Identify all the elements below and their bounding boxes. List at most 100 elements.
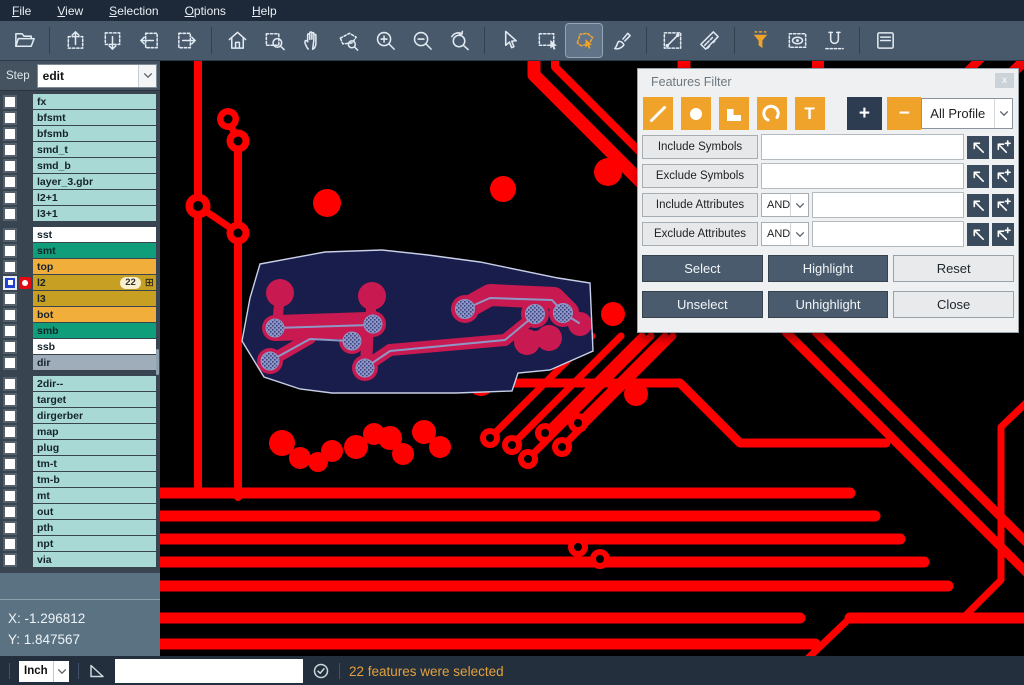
layer-row-smd_t[interactable]: smd_t	[0, 142, 160, 157]
layer-visibility-checkbox[interactable]	[3, 228, 17, 242]
layer-row-tm-b[interactable]: tm-b	[0, 472, 160, 487]
layer-label[interactable]: sst	[33, 227, 156, 242]
layer-row-l2+1[interactable]: l2+1	[0, 190, 160, 205]
features-filter-button[interactable]	[742, 24, 778, 57]
zoom-home-button[interactable]	[219, 24, 255, 57]
filter-arcs-button[interactable]	[757, 97, 787, 130]
highlight-button[interactable]: Highlight	[768, 255, 889, 282]
pick-add-from-canvas-button[interactable]	[992, 165, 1014, 188]
layer-label[interactable]: top	[33, 259, 156, 274]
layer-label[interactable]: map	[33, 424, 156, 439]
layer-label[interactable]: dirgerber	[33, 408, 156, 423]
layer-visibility-checkbox[interactable]	[3, 356, 17, 370]
include-attributes-operator-dropdown[interactable]: AND	[761, 193, 809, 217]
layer-row-ssb[interactable]: ssb	[0, 339, 160, 354]
measure-ruler-button[interactable]	[691, 24, 727, 57]
measure-distance-button[interactable]	[654, 24, 690, 57]
layer-label[interactable]: tm-t	[33, 456, 156, 471]
pick-add-from-canvas-button[interactable]	[992, 223, 1014, 246]
layer-row-plug[interactable]: plug	[0, 440, 160, 455]
remove-filter-button[interactable]: −	[887, 97, 921, 130]
layer-visibility-checkbox[interactable]	[3, 324, 17, 338]
layer-row-bot[interactable]: bot	[0, 307, 160, 322]
layer-label[interactable]: l3+1	[33, 206, 156, 221]
layer-label[interactable]: smd_b	[33, 158, 156, 173]
pick-add-from-canvas-button[interactable]	[992, 136, 1014, 159]
exclude-attributes-operator-dropdown[interactable]: AND	[761, 222, 809, 246]
pick-from-canvas-button[interactable]	[967, 194, 989, 217]
select-pointer-button[interactable]	[492, 24, 528, 57]
layer-visibility-checkbox[interactable]	[3, 244, 17, 258]
layer-row-dir[interactable]: dir	[0, 355, 160, 370]
layer-label[interactable]: smd_t	[33, 142, 156, 157]
layer-row-fx[interactable]: fx	[0, 94, 160, 109]
zoom-object-button[interactable]	[330, 24, 366, 57]
layer-label[interactable]: 2dir--	[33, 376, 156, 391]
layer-row-2dir--[interactable]: 2dir--	[0, 376, 160, 391]
layer-visibility-checkbox[interactable]	[3, 425, 17, 439]
layer-label[interactable]: layer_3.gbr	[33, 174, 156, 189]
reset-button[interactable]: Reset	[893, 255, 1014, 282]
layer-row-bfsmt[interactable]: bfsmt	[0, 110, 160, 125]
step-dropdown[interactable]: edit	[37, 64, 157, 88]
exclude-attributes-button[interactable]: Exclude Attributes	[642, 222, 758, 246]
menu-options[interactable]: Options	[185, 4, 226, 18]
zoom-window-button[interactable]	[256, 24, 292, 57]
layer-label[interactable]: npt	[33, 536, 156, 551]
layer-visibility-checkbox[interactable]	[3, 457, 17, 471]
layer-visibility-checkbox[interactable]	[3, 143, 17, 157]
layer-visibility-checkbox[interactable]	[3, 537, 17, 551]
refresh-status-icon[interactable]	[312, 662, 330, 680]
include-attributes-button[interactable]: Include Attributes	[642, 193, 758, 217]
select-button[interactable]: Select	[642, 255, 763, 282]
paint-brush-button[interactable]	[603, 24, 639, 57]
layer-visibility-checkbox[interactable]	[3, 95, 17, 109]
layer-visibility-checkbox[interactable]	[3, 111, 17, 125]
layer-visibility-checkbox[interactable]	[3, 276, 17, 290]
layer-visibility-checkbox[interactable]	[3, 441, 17, 455]
profile-dropdown[interactable]: All Profile	[921, 98, 1013, 129]
layer-visibility-checkbox[interactable]	[3, 489, 17, 503]
exclude-symbols-button[interactable]: Exclude Symbols	[642, 164, 758, 188]
layer-row-l2[interactable]: l222⊞	[0, 275, 160, 290]
layer-label[interactable]: tm-b	[33, 472, 156, 487]
menu-selection[interactable]: Selection	[109, 4, 158, 18]
pan-hand-button[interactable]	[293, 24, 329, 57]
layer-row-layer_3.gbr[interactable]: layer_3.gbr	[0, 174, 160, 189]
zoom-previous-button[interactable]	[441, 24, 477, 57]
exclude-attributes-input[interactable]	[812, 221, 964, 247]
filter-text-button[interactable]: T	[795, 97, 825, 130]
menu-help[interactable]: Help	[252, 4, 277, 18]
include-attributes-input[interactable]	[812, 192, 964, 218]
layer-row-l3[interactable]: l3	[0, 291, 160, 306]
layer-row-smb[interactable]: smb	[0, 323, 160, 338]
layer-row-smt[interactable]: smt	[0, 243, 160, 258]
layer-label[interactable]: smb	[33, 323, 156, 338]
layer-visibility-checkbox[interactable]	[3, 308, 17, 322]
layer-row-smd_b[interactable]: smd_b	[0, 158, 160, 173]
layer-visibility-checkbox[interactable]	[3, 521, 17, 535]
layer-row-top[interactable]: top	[0, 259, 160, 274]
layer-label[interactable]: pth	[33, 520, 156, 535]
pick-add-from-canvas-button[interactable]	[992, 194, 1014, 217]
pick-from-canvas-button[interactable]	[967, 165, 989, 188]
layer-visibility-checkbox[interactable]	[3, 340, 17, 354]
view-options-button[interactable]	[779, 24, 815, 57]
layer-visibility-checkbox[interactable]	[3, 409, 17, 423]
layer-label[interactable]: l222⊞	[33, 275, 156, 290]
pick-from-canvas-button[interactable]	[967, 136, 989, 159]
layer-visibility-checkbox[interactable]	[3, 260, 17, 274]
layer-label[interactable]: l3	[33, 291, 156, 306]
layer-label[interactable]: bfsmb	[33, 126, 156, 141]
layer-visibility-checkbox[interactable]	[3, 175, 17, 189]
layer-row-map[interactable]: map	[0, 424, 160, 439]
exclude-symbols-input[interactable]	[761, 163, 964, 189]
layer-row-mt[interactable]: mt	[0, 488, 160, 503]
layer-label[interactable]: ssb	[33, 339, 156, 354]
menu-file[interactable]: File	[12, 4, 31, 18]
layer-row-l3+1[interactable]: l3+1	[0, 206, 160, 221]
layer-row-via[interactable]: via	[0, 552, 160, 567]
pan-left-button[interactable]	[131, 24, 167, 57]
layer-visibility-checkbox[interactable]	[3, 553, 17, 567]
layer-visibility-checkbox[interactable]	[3, 191, 17, 205]
